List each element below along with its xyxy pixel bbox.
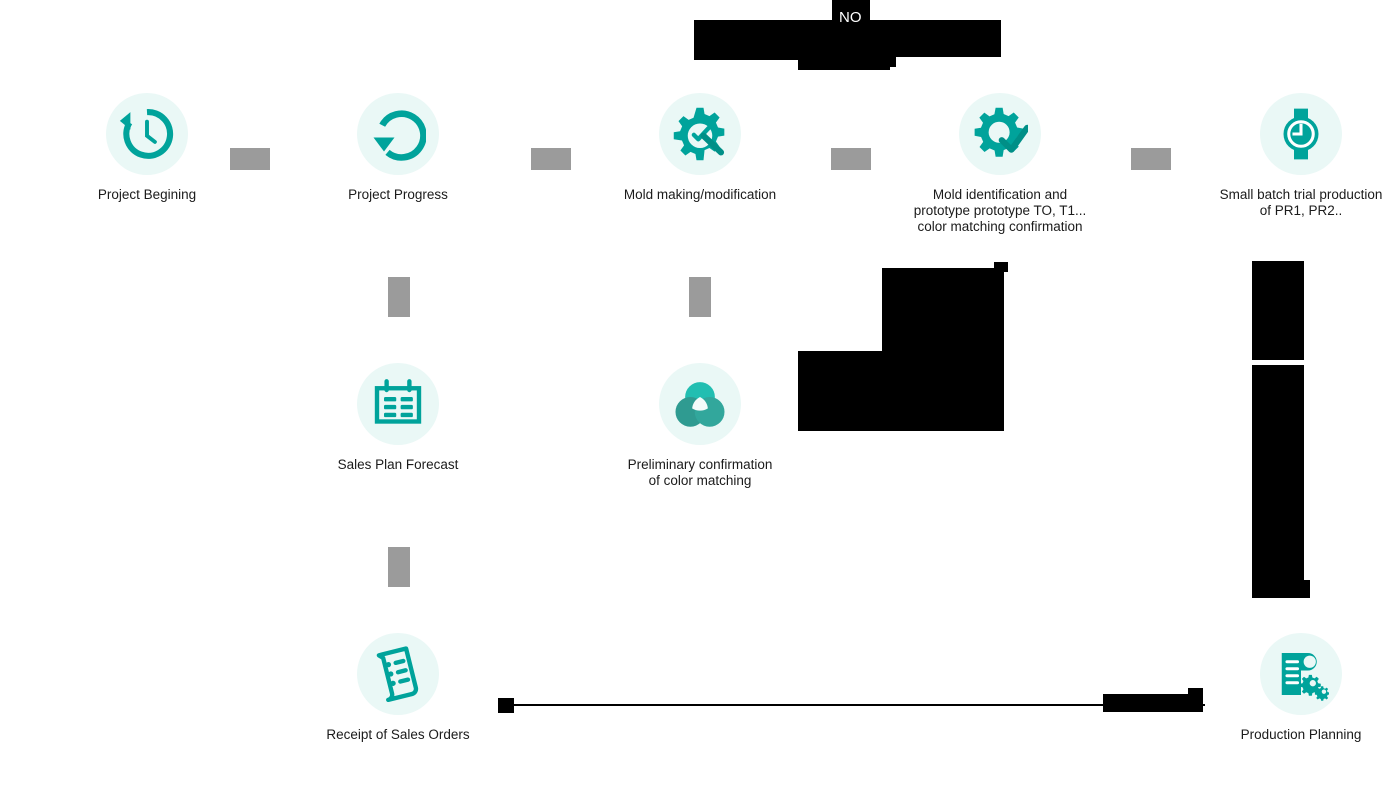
- flow-node-mold-making[interactable]: Mold making/modification: [600, 93, 800, 203]
- conn-identification-to-trial: [1131, 148, 1171, 170]
- flow-node-production-planning[interactable]: Production Planning: [1201, 633, 1400, 743]
- conn-sales-plan-to-orders: [388, 547, 410, 587]
- redaction-top-right-bar: [880, 20, 1001, 57]
- redaction-mid-corner-chip: [994, 262, 1008, 272]
- flow-node-project-progress[interactable]: Project Progress: [298, 93, 498, 203]
- flow-node-small-batch-trial[interactable]: Small batch trial production of PR1, PR2…: [1201, 93, 1400, 219]
- conn-progress-to-mold-making: [531, 148, 571, 170]
- process-flow-diagram: Project Begining Project Progress Mold m…: [0, 0, 1400, 800]
- flow-node-receipt-of-sales-orders[interactable]: Receipt of Sales Orders: [298, 633, 498, 743]
- redaction-right-upper-bar: [1252, 261, 1304, 360]
- conn-beginning-to-progress: [230, 148, 270, 170]
- redaction-right-lower-bar: [1252, 365, 1304, 595]
- flow-node-project-beginning[interactable]: Project Begining: [47, 93, 247, 203]
- flow-node-label: Mold identification and prototype protot…: [913, 187, 1087, 234]
- color-venn-icon: [659, 363, 741, 445]
- redaction-bottom-line-start: [498, 698, 514, 713]
- redaction-bottom-line-end-cap: [1188, 688, 1203, 700]
- conn-mold-making-to-identification: [831, 148, 871, 170]
- conn-mold-making-to-color-matching: [689, 277, 711, 317]
- flow-node-label: Sales Plan Forecast: [337, 457, 459, 472]
- flow-node-label: Small batch trial production of PR1, PR2…: [1219, 187, 1383, 218]
- flow-node-label: Project Progress: [348, 187, 448, 202]
- redaction-right-lower-foot: [1252, 580, 1310, 598]
- flow-node-label: Receipt of Sales Orders: [326, 727, 470, 742]
- invoice-icon: [357, 633, 439, 715]
- flow-node-sales-plan-forecast[interactable]: Sales Plan Forecast: [298, 363, 498, 473]
- redaction-mid-upper-block: [882, 268, 1004, 431]
- flow-node-preliminary-color-matching[interactable]: Preliminary confirmation of color matchi…: [600, 363, 800, 489]
- calendar-icon: [357, 363, 439, 445]
- flow-node-label: Mold making/modification: [623, 187, 777, 202]
- bottom-connector-line: [505, 704, 1205, 706]
- flow-node-label: Project Begining: [97, 187, 197, 202]
- redaction-top-right-tab: [880, 20, 896, 67]
- flow-node-label: Production Planning: [1240, 727, 1362, 742]
- wristwatch-icon: [1260, 93, 1342, 175]
- conn-progress-to-sales-plan: [388, 277, 410, 317]
- clock-rewind-icon: [106, 93, 188, 175]
- gear-wrench-icon: [659, 93, 741, 175]
- flow-node-label: Preliminary confirmation of color matchi…: [627, 457, 773, 488]
- redaction-no-label: NO: [839, 9, 862, 26]
- circular-refresh-icon: [357, 93, 439, 175]
- document-gears-icon: [1260, 633, 1342, 715]
- gear-check-icon: [959, 93, 1041, 175]
- flow-node-mold-identification[interactable]: Mold identification and prototype protot…: [900, 93, 1100, 235]
